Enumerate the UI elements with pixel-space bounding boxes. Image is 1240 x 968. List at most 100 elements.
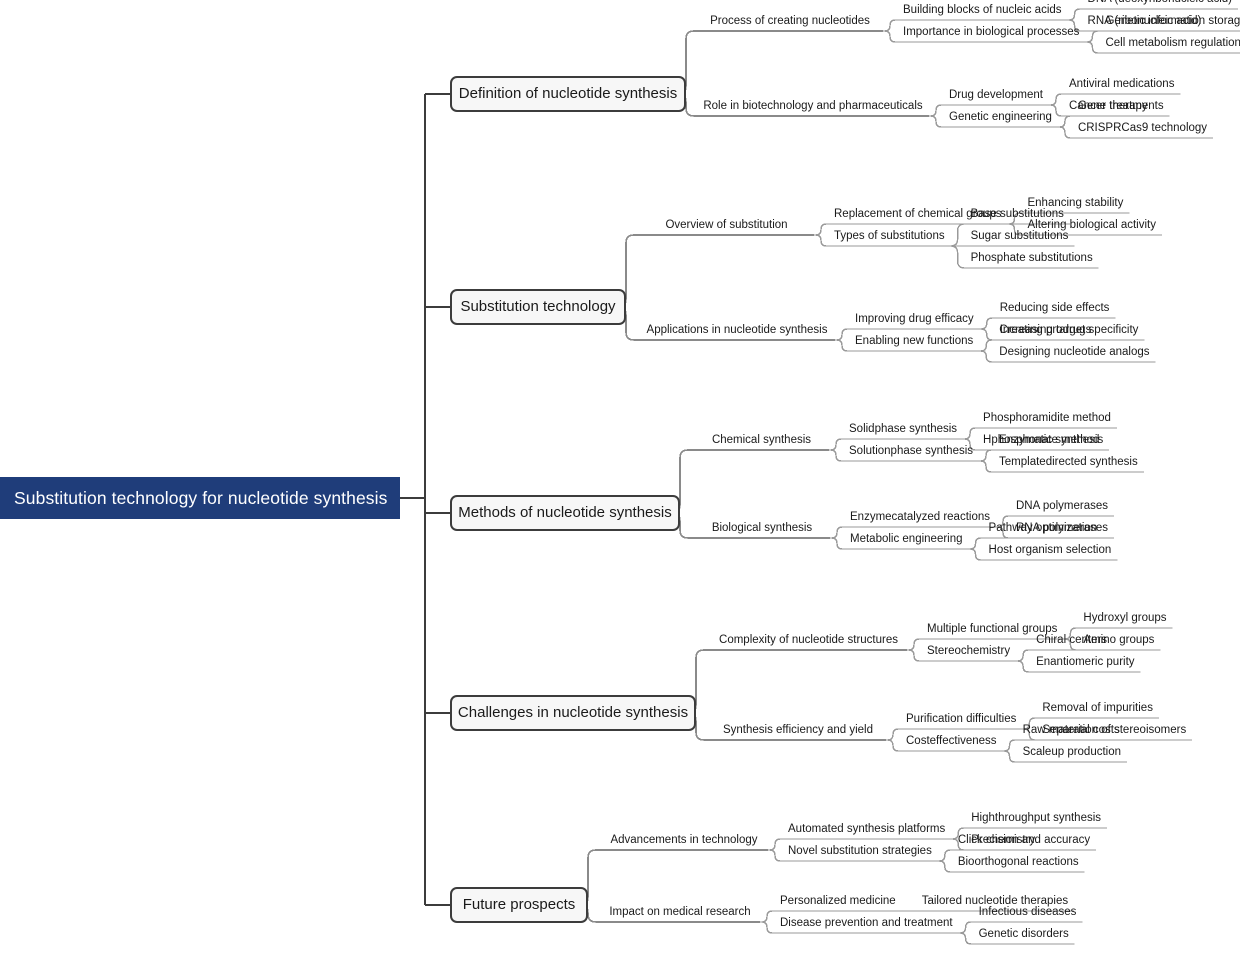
leaf-node-level4-label: Chiral centers — [1036, 634, 1108, 647]
leaf-node-level3-label: Novel substitution strategies — [788, 845, 932, 858]
leaf-node-level3[interactable]: Stereochemistry — [921, 643, 1016, 661]
branch-node-level1-label: Challenges in nucleotide synthesis — [457, 704, 689, 721]
branch-node-level2[interactable]: Process of creating nucleotides — [697, 13, 883, 31]
leaf-node-level4[interactable]: Chiral centers — [1030, 632, 1113, 650]
leaf-node-level4[interactable]: Designing nucleotide analogs — [993, 344, 1155, 362]
branch-node-level2-label: Impact on medical research — [609, 906, 751, 919]
leaf-node-level4-label: Hydroxyl groups — [1083, 612, 1167, 625]
leaf-node-level3[interactable]: Novel substitution strategies — [782, 843, 938, 861]
leaf-node-level4-label: Reducing side effects — [999, 302, 1110, 315]
leaf-node-level4[interactable]: Pathway optimization — [983, 520, 1104, 538]
leaf-node-level4[interactable]: Antiviral medications — [1063, 76, 1180, 94]
branch-node-level1[interactable]: Challenges in nucleotide synthesis — [450, 695, 696, 731]
leaf-node-level4[interactable]: Hydroxyl groups — [1077, 610, 1172, 628]
leaf-node-level4[interactable]: Reducing side effects — [994, 300, 1116, 318]
leaf-node-level3[interactable]: Importance in biological processes — [897, 24, 1085, 42]
leaf-node-level4-label: Genetic disorders — [978, 928, 1069, 941]
leaf-node-level4[interactable]: Base substitutions — [965, 206, 1070, 224]
branch-node-level2[interactable]: Overview of substitution — [639, 217, 814, 235]
leaf-node-level4[interactable]: Raw material costs — [1017, 722, 1126, 740]
leaf-node-level4[interactable]: Gene therapy — [1072, 98, 1154, 116]
leaf-node-level4-label: Gene therapy — [1077, 100, 1148, 113]
leaf-node-level4[interactable]: CRISPRCas9 technology — [1072, 120, 1213, 138]
leaf-node-level4-label: Pathway optimization — [988, 522, 1098, 535]
leaf-node-level3-label: Enabling new functions — [855, 335, 974, 348]
leaf-node-level3[interactable]: Improving drug efficacy — [849, 311, 980, 329]
leaf-node-level4-label: Highthroughput synthesis — [971, 812, 1102, 825]
leaf-node-level3-label: Building blocks of nucleic acids — [903, 4, 1062, 17]
leaf-node-level4[interactable]: Sugar substitutions — [965, 228, 1075, 246]
leaf-node-level3-label: Importance in biological processes — [903, 26, 1080, 39]
leaf-node-level4[interactable]: Genetic information storage — [1099, 13, 1240, 31]
branch-node-level2[interactable]: Synthesis efficiency and yield — [710, 722, 886, 740]
leaf-node-level4-label: Designing nucleotide analogs — [999, 346, 1150, 359]
branch-node-level2[interactable]: Impact on medical research — [600, 904, 760, 922]
branch-node-level2[interactable]: Applications in nucleotide synthesis — [639, 322, 835, 340]
branch-node-level1[interactable]: Future prospects — [450, 887, 588, 923]
leaf-node-level4[interactable]: Phosphoramidite method — [977, 410, 1117, 428]
leaf-node-level4-label: DNA polymerases — [1015, 500, 1109, 513]
leaf-node-level3-label: Automated synthesis platforms — [788, 823, 946, 836]
leaf-node-level3[interactable]: Types of substitutions — [828, 228, 951, 246]
leaf-node-level4[interactable]: Bioorthogonal reactions — [952, 854, 1085, 872]
leaf-node-level3[interactable]: Genetic engineering — [943, 109, 1058, 127]
leaf-node-level3-label: Genetic engineering — [949, 111, 1052, 124]
leaf-node-level4[interactable]: Genetic disorders — [973, 926, 1075, 944]
leaf-node-level4-label: Phosphate substitutions — [970, 252, 1093, 265]
branch-node-level1[interactable]: Substitution technology — [450, 289, 626, 325]
branch-node-level2-label: Complexity of nucleotide structures — [719, 634, 898, 647]
leaf-node-level4-label: Raw material costs — [1022, 724, 1120, 737]
leaf-node-level4[interactable]: Host organism selection — [983, 542, 1118, 560]
leaf-node-level4-label: Creating prodrugs — [999, 324, 1092, 337]
leaf-node-level3[interactable]: Automated synthesis platforms — [782, 821, 951, 839]
leaf-node-level3[interactable]: Metabolic engineering — [844, 531, 969, 549]
leaf-node-level4[interactable]: DNA (deoxyribonucleic acid) — [1082, 0, 1238, 9]
leaf-node-level4[interactable]: Removal of impurities — [1036, 700, 1159, 718]
leaf-node-level4[interactable]: Click chemistry — [952, 832, 1041, 850]
branch-node-level2[interactable]: Biological synthesis — [694, 520, 830, 538]
leaf-node-level3[interactable]: Personalized medicine — [774, 893, 902, 911]
leaf-node-level4-label: Antiviral medications — [1068, 78, 1175, 91]
leaf-node-level4[interactable]: Scaleup production — [1017, 744, 1127, 762]
leaf-node-level4[interactable]: Enantiomeric purity — [1030, 654, 1140, 672]
branch-node-level2-label: Chemical synthesis — [711, 434, 812, 447]
leaf-node-level3[interactable]: Solidphase synthesis — [843, 421, 963, 439]
leaf-node-level4-label: Genetic information storage — [1105, 15, 1240, 28]
leaf-node-level4[interactable]: Highthroughput synthesis — [965, 810, 1107, 828]
leaf-node-level4[interactable]: Infectious diseases — [973, 904, 1083, 922]
branch-node-level2[interactable]: Role in biotechnology and pharmaceutical… — [697, 98, 929, 116]
leaf-node-level3-label: Enzymecatalyzed reactions — [850, 511, 990, 524]
leaf-node-level4[interactable]: DNA polymerases — [1010, 498, 1114, 516]
leaf-node-level3[interactable]: Enzymecatalyzed reactions — [844, 509, 996, 527]
root-node[interactable]: Substitution technology for nucleotide s… — [0, 477, 400, 519]
branch-node-level2-label: Process of creating nucleotides — [710, 15, 870, 28]
leaf-node-level3[interactable]: Drug development — [943, 87, 1049, 105]
leaf-node-level4-label: Infectious diseases — [978, 906, 1077, 919]
leaf-node-level4[interactable]: Enzymatic synthesis — [993, 432, 1109, 450]
leaf-node-level3[interactable]: Solutionphase synthesis — [843, 443, 979, 461]
leaf-node-level4[interactable]: Cell metabolism regulation — [1099, 35, 1240, 53]
branch-node-level2[interactable]: Complexity of nucleotide structures — [710, 632, 907, 650]
leaf-node-level3-label: Types of substitutions — [834, 230, 945, 243]
leaf-node-level3[interactable]: Purification difficulties — [900, 711, 1022, 729]
branch-node-level2-label: Overview of substitution — [665, 219, 788, 232]
leaf-node-level3-label: Drug development — [949, 89, 1043, 102]
leaf-node-level3[interactable]: Costeffectiveness — [900, 733, 1003, 751]
leaf-node-level4-label: Click chemistry — [957, 834, 1036, 847]
leaf-node-level4[interactable]: Phosphate substitutions — [965, 250, 1099, 268]
leaf-node-level4[interactable]: Templatedirected synthesis — [993, 454, 1144, 472]
branch-node-level2[interactable]: Chemical synthesis — [694, 432, 829, 450]
leaf-node-level4-label: Templatedirected synthesis — [999, 456, 1138, 469]
branch-node-level1-label: Substitution technology — [460, 298, 616, 315]
branch-node-level1-label: Definition of nucleotide synthesis — [458, 85, 678, 102]
branch-node-level1[interactable]: Definition of nucleotide synthesis — [450, 76, 686, 112]
branch-node-level1[interactable]: Methods of nucleotide synthesis — [450, 495, 680, 531]
leaf-node-level3[interactable]: Enabling new functions — [849, 333, 979, 351]
leaf-node-level4-label: Enantiomeric purity — [1036, 656, 1135, 669]
branch-node-level2[interactable]: Advancements in technology — [600, 832, 768, 850]
leaf-node-level3-label: Disease prevention and treatment — [780, 917, 953, 930]
leaf-node-level3-label: Personalized medicine — [780, 895, 896, 908]
leaf-node-level3[interactable]: Disease prevention and treatment — [774, 915, 959, 933]
leaf-node-level3[interactable]: Building blocks of nucleic acids — [897, 2, 1068, 20]
leaf-node-level4[interactable]: Creating prodrugs — [993, 322, 1097, 340]
